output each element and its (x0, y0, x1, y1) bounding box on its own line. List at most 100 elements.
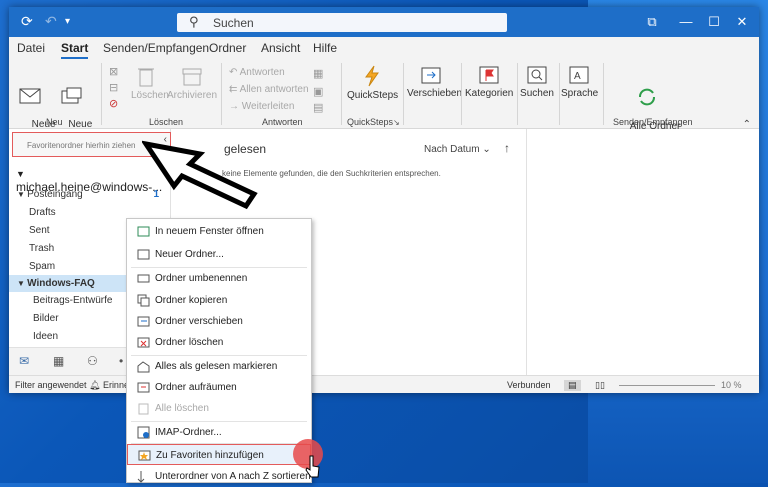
star-folder-icon (138, 450, 151, 461)
meeting-icon[interactable]: ▦ (313, 67, 323, 80)
junk-icon[interactable]: ⊘ (109, 97, 118, 110)
normal-view-icon[interactable]: ▤ (564, 380, 581, 391)
new-items-icon (61, 87, 82, 104)
zoom-slider[interactable] (619, 385, 715, 386)
more-apps-icon[interactable]: • (119, 354, 123, 368)
menu-bar: Datei Start Senden/Empfangen Ordner Ansi… (9, 37, 759, 60)
menu-item-mark-all-read[interactable]: Alles als gelesen markieren (127, 356, 311, 377)
folder-trash[interactable]: Trash (29, 243, 54, 254)
menu-item-copy-folder[interactable]: Ordner kopieren (127, 290, 311, 311)
categories-button[interactable]: Kategorien (465, 65, 513, 99)
chevron-down-icon: ▼ (17, 190, 28, 199)
close-icon[interactable]: ✕ (731, 11, 753, 33)
maximize-icon[interactable]: ☐ (703, 11, 725, 33)
tab-hilfe[interactable]: Hilfe (313, 41, 337, 55)
mouse-pointer-icon (305, 455, 320, 478)
tab-ordner[interactable]: Ordner (209, 41, 246, 55)
group-label-loeschen: Löschen (149, 117, 184, 127)
filter-status: Filter angewendet (15, 380, 87, 390)
group-label-senden-empfangen: Senden/Empfangen (613, 117, 693, 127)
archive-label: Archivieren (167, 90, 218, 101)
speech-button[interactable]: A Sprache (561, 65, 599, 99)
menu-item-delete-all[interactable]: Alle löschen (127, 398, 311, 419)
dialog-launcher-icon[interactable]: ↘ (393, 118, 400, 127)
menu-item-sort-subfolders[interactable]: Unterordner von A nach Z sortieren (127, 466, 311, 487)
sort-label: Nach Datum (424, 144, 480, 155)
quicksteps-button[interactable]: QuickSteps (347, 65, 398, 101)
folder-spam[interactable]: Spam (29, 261, 55, 272)
calendar-icon[interactable]: ▦ (53, 354, 64, 368)
forward-label: Weiterleiten (241, 101, 295, 112)
forward-button[interactable]: → Weiterleiten (229, 101, 294, 112)
reply-all-icon: ⇇ (229, 84, 240, 95)
chevron-down-icon: ▼ (16, 169, 25, 179)
menu-item-add-to-favorites[interactable]: Zu Favoriten hinzufügen (127, 444, 311, 465)
refresh-icon[interactable]: ⟳ (21, 13, 33, 30)
people-icon[interactable]: ⚇ (87, 354, 98, 368)
title-bar: ⟳ ↶ ▾ ⚲ Suchen ⧉ — ☐ ✕ (9, 7, 759, 37)
sync-icon (639, 88, 655, 106)
sort-az-icon (137, 471, 145, 483)
group-label-antworten: Antworten (262, 117, 303, 127)
ignore-icon[interactable]: ⊠ (109, 65, 118, 78)
archive-button[interactable]: Archivieren (167, 65, 217, 101)
ribbon-separator (603, 63, 604, 125)
mail-icon (19, 88, 41, 104)
chevron-down-icon[interactable]: ▾ (65, 16, 70, 27)
annotation-arrow-icon (142, 140, 258, 210)
delete-button[interactable]: Löschen (131, 65, 169, 101)
move-folder-icon (137, 316, 150, 327)
search-box[interactable]: ⚲ Suchen (177, 13, 507, 32)
teams-icon[interactable]: ▣ (313, 85, 323, 98)
tab-start[interactable]: Start (61, 41, 89, 60)
folder-drafts[interactable]: Drafts (29, 207, 56, 218)
move-button[interactable]: Verschieben (407, 65, 462, 99)
folder-sent[interactable]: Sent (29, 225, 50, 236)
folder-beitrags-entwuerfe[interactable]: Beitrags-Entwürfe (33, 295, 112, 306)
sort-direction-icon[interactable]: ↑ (504, 141, 510, 155)
menu-item-move-folder[interactable]: Ordner verschieben (127, 311, 311, 332)
delete-all-icon (138, 403, 149, 415)
move-label: Verschieben (407, 88, 463, 99)
tab-senden-empfangen[interactable]: Senden/Empfangen (103, 41, 209, 55)
search-placeholder: Suchen (213, 16, 254, 30)
speech-label: Sprache (561, 88, 599, 99)
mark-read-icon (137, 361, 150, 373)
menu-item-open-new-window[interactable]: In neuem Fenster öffnen (127, 221, 311, 242)
search-icon (527, 66, 547, 84)
menu-item-imap-folder[interactable]: IMAP-Ordner... (127, 422, 311, 443)
cleanup-icon[interactable]: ⊟ (109, 81, 118, 94)
sort-dropdown[interactable]: Nach Datum ⌄ (424, 144, 491, 155)
lightning-icon (365, 65, 379, 87)
status-bar: Filter angewendet 🔔︎ Erinnerungen Verbun… (9, 375, 759, 393)
undo-icon[interactable]: ↶ (45, 13, 57, 30)
reply-all-button[interactable]: ⇇ Allen antworten (229, 84, 309, 95)
reply-button[interactable]: ↶ Antworten (229, 67, 285, 78)
ribbon-display-icon[interactable]: ⧉ (641, 11, 663, 33)
menu-item-new-folder[interactable]: Neuer Ordner... (127, 244, 311, 265)
tab-datei[interactable]: Datei (17, 41, 45, 55)
new-folder-icon (137, 249, 150, 260)
svg-text:A: A (574, 71, 581, 82)
ribbon-separator (461, 63, 462, 125)
tab-ansicht[interactable]: Ansicht (261, 41, 300, 55)
search-ribbon-button[interactable]: Suchen (519, 65, 555, 99)
archive-icon (182, 68, 202, 86)
menu-item-cleanup-folder[interactable]: Ordner aufräumen (127, 377, 311, 398)
group-label-neu: Neu (46, 117, 63, 127)
menu-item-delete-folder[interactable]: Ordner löschen (127, 332, 311, 353)
speech-icon: A (569, 66, 589, 84)
minimize-icon[interactable]: — (675, 11, 697, 33)
search-icon: ⚲ (189, 14, 199, 29)
search-ribbon-label: Suchen (520, 88, 554, 99)
folder-bilder[interactable]: Bilder (33, 313, 59, 324)
imap-folder-icon (137, 426, 150, 439)
reply-icon: ↶ (229, 67, 240, 78)
reading-view-icon[interactable]: ▯▯ (595, 380, 605, 391)
delete-label: Löschen (131, 90, 169, 101)
folder-ideen[interactable]: Ideen (33, 331, 58, 342)
mail-icon[interactable]: ✉ (19, 354, 29, 368)
more-icon[interactable]: ▤ (313, 101, 323, 114)
menu-item-rename-folder[interactable]: Ordner umbenennen (127, 268, 311, 289)
ribbon-separator (221, 63, 222, 125)
